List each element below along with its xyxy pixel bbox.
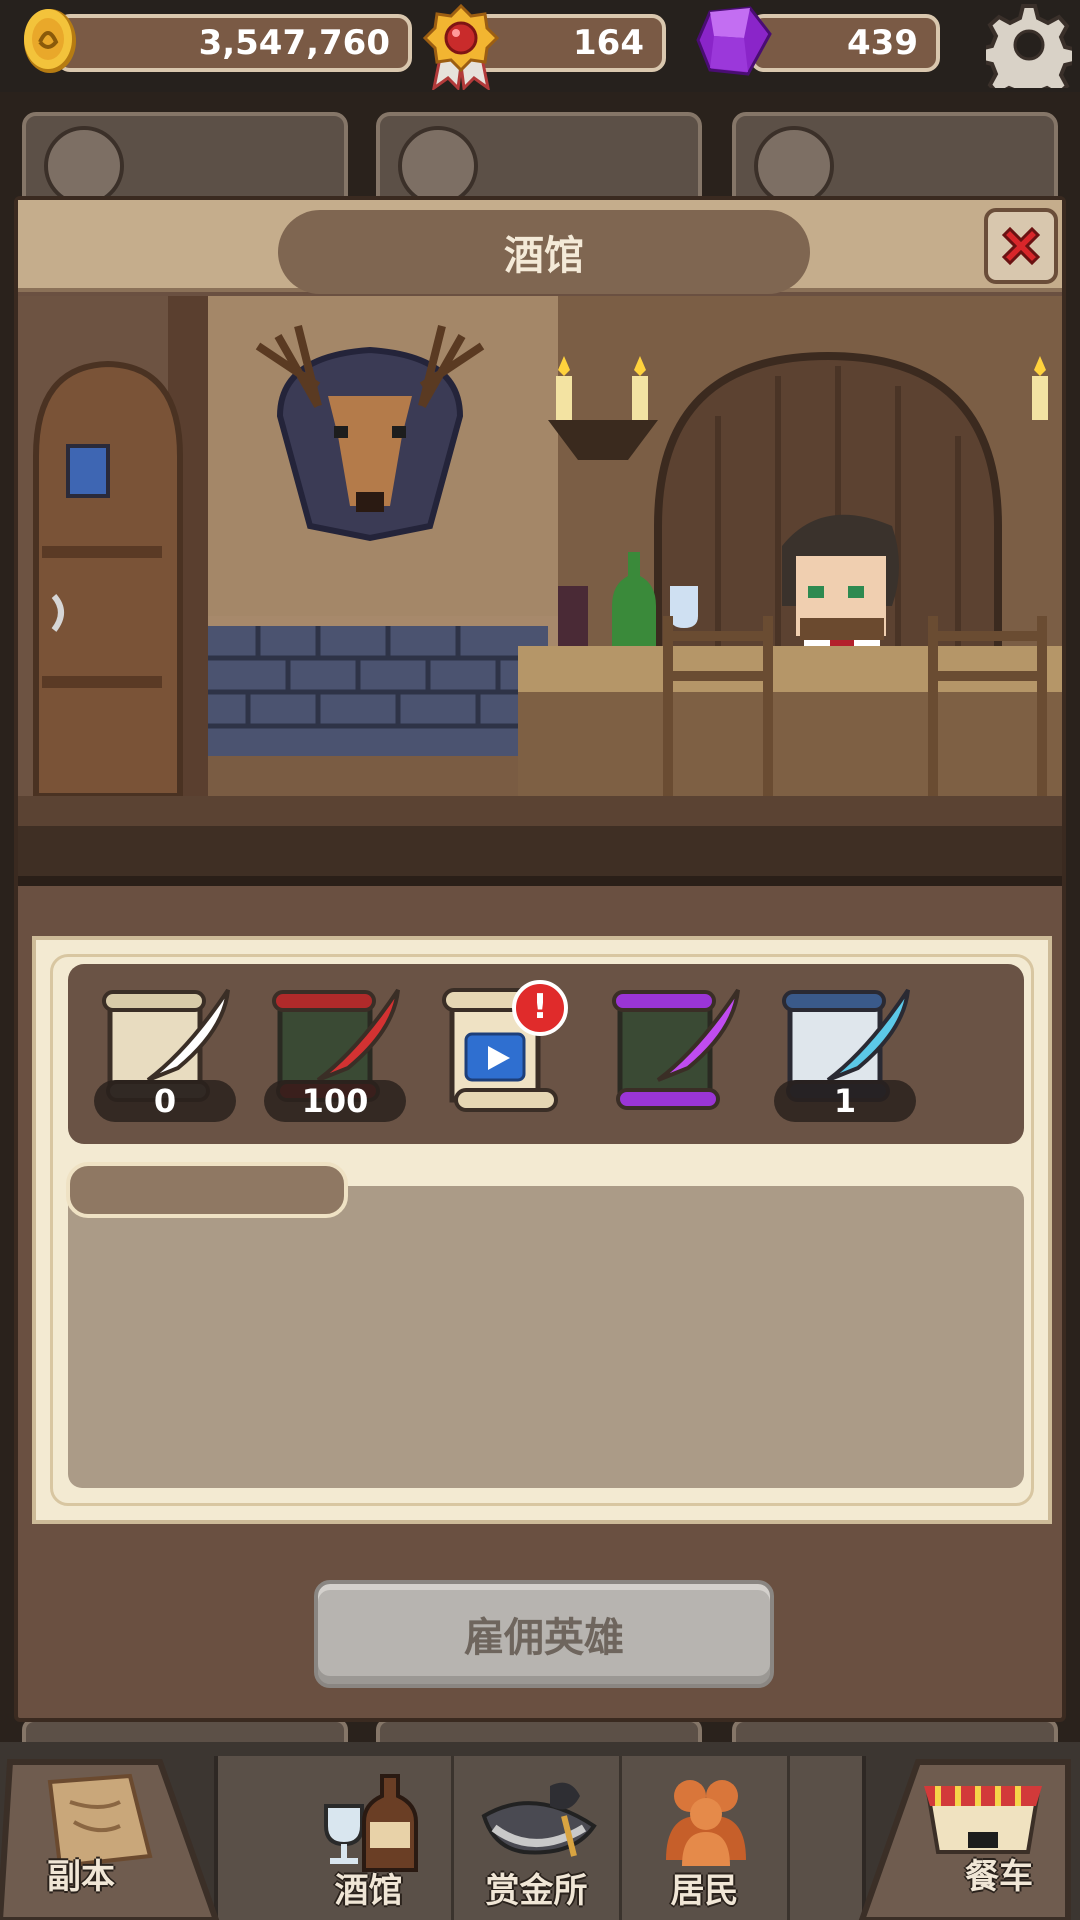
nav-food-cart[interactable]: 餐车: [858, 1742, 1080, 1920]
purple-quill-scroll-icon: [612, 988, 740, 1110]
nav-label: 赏金所: [485, 1871, 588, 1911]
scroll-count: 1: [774, 1080, 916, 1122]
hero-avatar: [754, 126, 834, 206]
scroll-item-white[interactable]: 0: [94, 984, 236, 1124]
scroll-description-box: [68, 1186, 1024, 1488]
nav-tavern[interactable]: 酒馆: [286, 1756, 454, 1920]
purple-gem-icon: [696, 6, 772, 76]
nav-label: 酒馆: [334, 1871, 403, 1911]
hire-hero-button[interactable]: 雇佣英雄: [314, 1580, 774, 1688]
gem-amount: 439: [847, 23, 918, 63]
close-icon: [1001, 226, 1041, 266]
hero-avatar: [398, 126, 478, 206]
medal-icon: [422, 3, 500, 90]
scroll-item-purple[interactable]: [606, 984, 746, 1124]
nav-label: 居民: [670, 1871, 739, 1911]
gold-amount: 3,547,760: [198, 23, 390, 63]
settings-gear-icon[interactable]: [986, 2, 1072, 88]
tavern-panel: 酒馆 0 100 ! 1 雇佣英雄: [14, 196, 1066, 1722]
tavern-drinks-icon: [324, 1774, 418, 1872]
bartender-character: [782, 514, 899, 656]
panel-title: 酒馆: [278, 210, 810, 294]
scroll-name-tab: [66, 1162, 348, 1218]
recruit-scroll-panel: 0 100 ! 1: [32, 936, 1052, 1524]
nav-dungeon[interactable]: 副本: [0, 1742, 222, 1920]
gold-coin-icon: [24, 9, 76, 73]
nav-bounty[interactable]: 赏金所: [454, 1756, 622, 1920]
nav-label: 餐车: [965, 1857, 1033, 1897]
door-window: [66, 444, 110, 498]
panel-header: 酒馆: [18, 200, 1062, 294]
currency-bar: 3,547,760 164 439: [0, 0, 1080, 92]
scroll-item-video[interactable]: !: [436, 980, 576, 1124]
residents-people-icon: [666, 1780, 746, 1866]
scroll-count: 0: [94, 1080, 236, 1122]
gold-counter[interactable]: 3,547,760: [56, 14, 412, 72]
scroll-item-red[interactable]: 100: [264, 984, 406, 1124]
scroll-tray: 0 100 ! 1: [68, 964, 1024, 1144]
tavern-scene-illustration: [18, 296, 1062, 886]
medal-amount: 164: [573, 23, 644, 63]
alert-badge: !: [512, 980, 568, 1036]
close-button[interactable]: [984, 208, 1058, 284]
scroll-item-blue[interactable]: 1: [774, 984, 916, 1124]
bounty-sack-icon: [481, 1782, 597, 1857]
scroll-count: 100: [264, 1080, 406, 1122]
hero-avatar: [44, 126, 124, 206]
gem-counter[interactable]: 439: [750, 14, 940, 72]
nav-center-bar: 酒馆 赏金所 居民: [214, 1756, 866, 1920]
nav-label: 副本: [47, 1857, 115, 1897]
bottom-nav: 酒馆 赏金所 居民 副本 餐车: [0, 1742, 1080, 1920]
nav-residents[interactable]: 居民: [622, 1756, 790, 1920]
